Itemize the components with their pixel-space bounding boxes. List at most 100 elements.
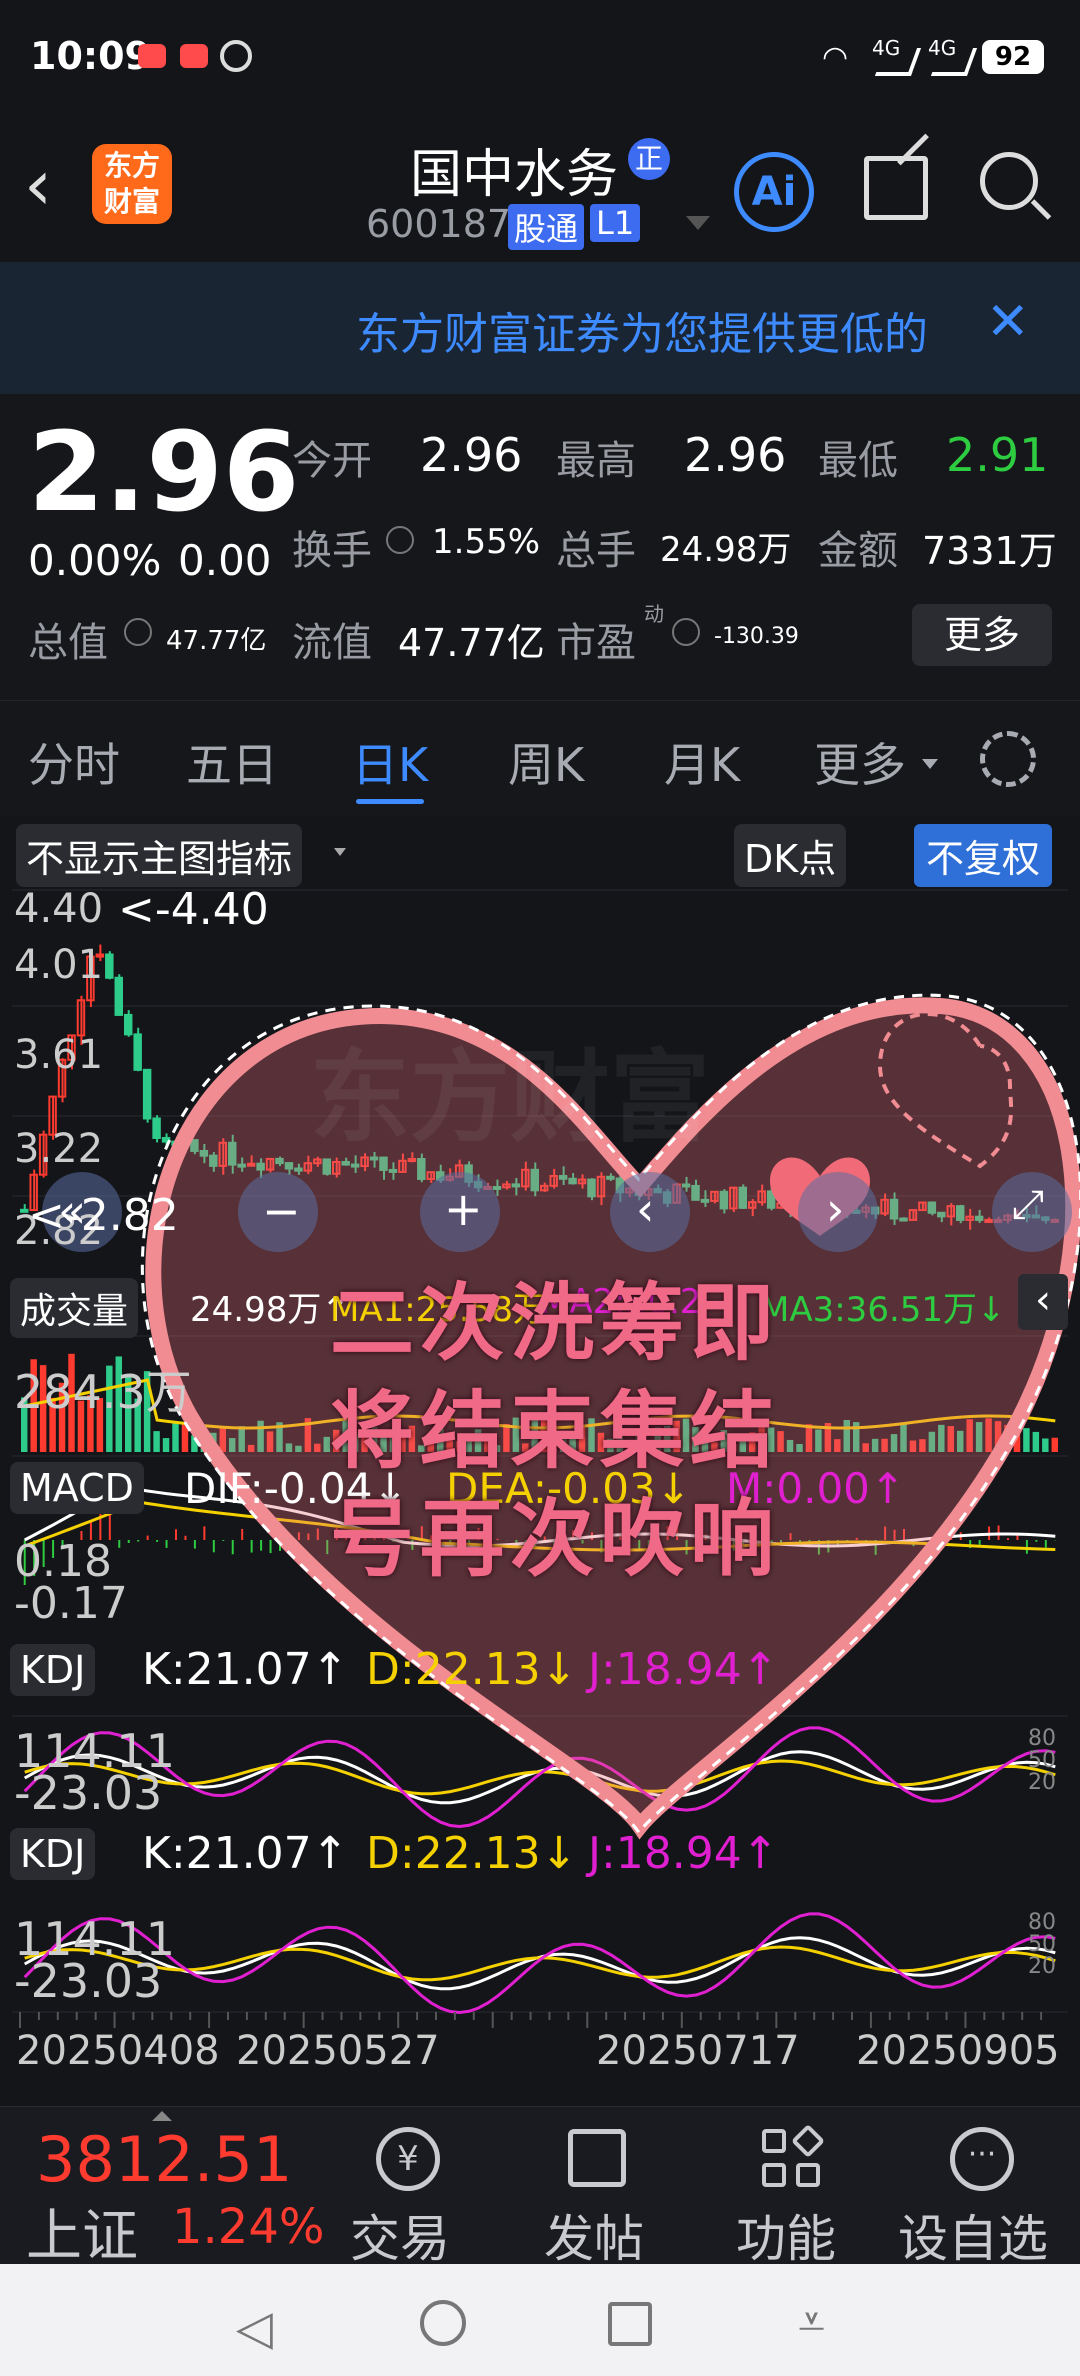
scroll-left-fast-icon[interactable]: «	[58, 1184, 86, 1238]
volume-bar	[1042, 1438, 1049, 1452]
tab-intraday[interactable]: 分时	[28, 729, 120, 795]
overlay-line-3: 号再次吹响	[330, 1490, 781, 1588]
battery-icon: 92	[982, 40, 1044, 74]
nav-add-watchlist[interactable]: 设自选	[898, 2199, 1048, 2271]
candle-body	[152, 1117, 161, 1139]
nav-trade[interactable]: 交易	[350, 2199, 450, 2271]
kline-chart-area: 东方财富 不显示主图指标 DK点 不复权 4.40 4.01 3.61 3.22…	[0, 816, 1080, 2106]
main-indicator-select[interactable]: 不显示主图指标	[16, 824, 303, 887]
dropdown-icon[interactable]	[686, 216, 710, 230]
function-icon	[762, 2124, 825, 2189]
date-1: 20250527	[236, 2028, 440, 2074]
scroll-right-icon[interactable]: ›	[826, 1182, 844, 1236]
y-tick-2: 3.61	[14, 1032, 104, 1078]
amount-value: 7331万	[922, 529, 1057, 573]
tab-active-indicator	[356, 799, 424, 804]
mcap-value: 47.77亿	[166, 626, 267, 656]
high-value: 2.96	[684, 428, 787, 482]
volume-label: 总手	[556, 528, 636, 574]
expand-caret-icon[interactable]	[152, 2111, 172, 2121]
kdj1-j: J:18.94↑	[588, 1644, 779, 1695]
back-arrow-icon[interactable]: ‹	[24, 150, 52, 220]
volume-select[interactable]: 成交量	[10, 1278, 139, 1338]
zoom-in-icon[interactable]: +	[444, 1182, 483, 1236]
badge-icon: 正	[628, 138, 670, 180]
share-icon[interactable]	[864, 133, 929, 220]
volume-bar	[1023, 1428, 1030, 1452]
collapse-panel-icon[interactable]: ‹	[1018, 1274, 1068, 1330]
candle-body	[124, 1013, 133, 1036]
bottom-nav: 3812.51 上证 1.24% ¥ 交易 发帖 功能 ··· 设自选	[0, 2106, 1080, 2269]
pe-superscript: 动	[644, 602, 664, 626]
amount-label: 金额	[818, 528, 898, 574]
adjust-button[interactable]: 不复权	[914, 824, 1053, 887]
logo-line-1: 东方	[103, 149, 160, 182]
logo-line-2: 财富	[103, 185, 160, 218]
y-tick-3: 3.22	[14, 1126, 104, 1172]
nav-post[interactable]: 发帖	[544, 2199, 644, 2271]
ai-button[interactable]: Ai	[734, 152, 814, 232]
pe-info-icon[interactable]	[672, 618, 700, 646]
index-name[interactable]: 上证	[26, 2191, 138, 2272]
pe-value: -130.39	[714, 624, 799, 649]
kdj2-d: D:22.13↓	[366, 1828, 578, 1879]
candle-body	[105, 953, 114, 979]
tab-five-day[interactable]: 五日	[186, 729, 278, 795]
change-amount: 0.00	[178, 536, 272, 585]
date-axis-ticks	[19, 2012, 1043, 2028]
overlay-line-1: 二次洗筹即	[330, 1274, 781, 1372]
notification-pull-icon[interactable]: ⩡	[798, 2294, 825, 2351]
kdj2-j-line	[23, 1912, 1056, 2015]
macd-select[interactable]: MACD	[10, 1462, 144, 1514]
candle-body	[142, 1068, 152, 1120]
home-nav-icon[interactable]	[420, 2300, 466, 2346]
close-icon[interactable]: ✕	[986, 292, 1030, 352]
date-0: 20250408	[16, 2028, 220, 2074]
nav-function[interactable]: 功能	[736, 2199, 836, 2271]
search-icon[interactable]	[980, 152, 1052, 220]
overlay-line-2: 将结束集结	[330, 1382, 781, 1480]
float-label: 流值	[292, 620, 372, 666]
tab-more-caret-icon	[922, 759, 938, 769]
quote-panel: 2.96 0.00% 0.00 今开 2.96 最高 2.96 最低 2.91 …	[0, 394, 1080, 700]
kdj1-d: D:22.13↓	[366, 1644, 578, 1695]
mcap-info-icon[interactable]	[124, 618, 152, 646]
kdj1-select[interactable]: KDJ	[10, 1644, 96, 1696]
y-tick-0: 4.40	[14, 886, 104, 932]
system-nav-bar: ◁ ⩡	[0, 2264, 1080, 2376]
stock-name[interactable]: 国中水务	[410, 132, 618, 207]
app-notification-icon	[180, 44, 208, 68]
main-indicator-caret-icon	[334, 848, 346, 856]
change-pct: 0.00%	[28, 536, 162, 585]
kdj2-tick-bottom: -23.03	[14, 1954, 163, 2008]
fullscreen-icon[interactable]: ⤢	[1012, 1182, 1044, 1228]
more-button[interactable]: 更多	[912, 604, 1052, 666]
info-icon[interactable]	[386, 526, 414, 554]
kdj2-k: K:21.07↑	[142, 1828, 349, 1879]
volume-bar	[153, 1431, 160, 1452]
scroll-left-icon[interactable]: ‹	[636, 1182, 654, 1236]
zoom-out-icon[interactable]: −	[262, 1184, 301, 1238]
tab-monthly-k[interactable]: 月K	[664, 729, 740, 795]
status-bar: 10:09 ◠ 4G 4G 92	[0, 0, 1080, 120]
banner-text: 东方财富证券为您提供更低的	[356, 309, 928, 360]
period-tabs: 分时 五日 日K 周K 月K 更多	[0, 700, 1080, 816]
kdj2-select[interactable]: KDJ	[10, 1828, 96, 1880]
post-icon	[568, 2129, 626, 2187]
kdj1-k: K:21.07↑	[142, 1644, 349, 1695]
add-watchlist-icon: ···	[950, 2127, 1014, 2191]
app-logo: 东方 财富	[92, 144, 172, 224]
index-value[interactable]: 3812.51	[36, 2123, 292, 2196]
dk-point-button[interactable]: DK点	[734, 824, 847, 887]
back-nav-icon[interactable]: ◁	[236, 2300, 273, 2356]
promo-banner[interactable]: 东方财富证券为您提供更低的 ✕	[0, 262, 1080, 394]
tab-weekly-k[interactable]: 周K	[508, 729, 584, 795]
volume-value: 24.98万↑	[190, 1290, 350, 1330]
pe-label: 市盈	[556, 620, 636, 666]
recents-nav-icon[interactable]	[608, 2302, 652, 2346]
volume-ma3: MA3:36.51万↓	[760, 1290, 1006, 1330]
gear-icon[interactable]	[980, 731, 1036, 787]
tab-daily-k[interactable]: 日K	[352, 729, 428, 795]
tab-more[interactable]: 更多	[814, 729, 906, 795]
volume-bar	[172, 1423, 179, 1452]
